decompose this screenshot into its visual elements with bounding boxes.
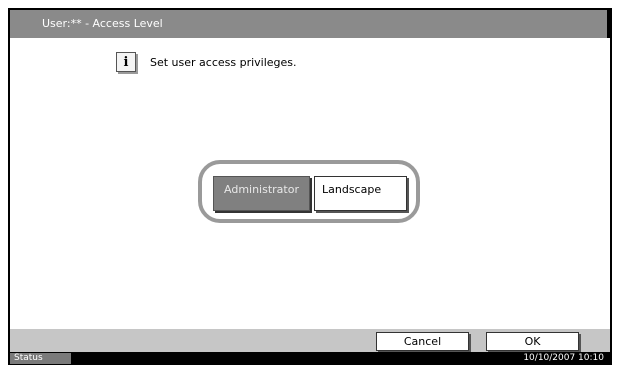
info-icon-glyph: i: [123, 54, 129, 70]
page-title: User:** - Access Level: [42, 17, 163, 30]
ok-button-label: OK: [524, 335, 541, 348]
administrator-button-label: Administrator: [224, 183, 299, 196]
status-datetime: 10/10/2007 10:10: [523, 353, 604, 363]
main-content: i Set user access privileges. Administra…: [10, 38, 610, 329]
info-message: Set user access privileges.: [150, 55, 297, 69]
landscape-button[interactable]: Landscape: [314, 176, 407, 211]
panel-screen: User:** - Access Level i Set user access…: [8, 8, 612, 365]
status-button-label: Status: [14, 353, 43, 363]
title-bar: User:** - Access Level: [10, 10, 607, 38]
status-bar: Status 10/10/2007 10:10: [8, 352, 612, 365]
ok-button[interactable]: OK: [486, 332, 579, 351]
info-icon: i: [116, 52, 136, 72]
cancel-button-label: Cancel: [403, 335, 442, 348]
status-button[interactable]: Status: [10, 353, 71, 364]
access-level-selector: Administrator Landscape: [198, 160, 420, 223]
info-message-row: i Set user access privileges.: [116, 52, 297, 72]
landscape-button-label: Landscape: [322, 183, 382, 196]
administrator-button[interactable]: Administrator: [213, 176, 310, 211]
action-bar: Cancel OK: [10, 329, 610, 352]
cancel-button[interactable]: Cancel: [376, 332, 469, 351]
